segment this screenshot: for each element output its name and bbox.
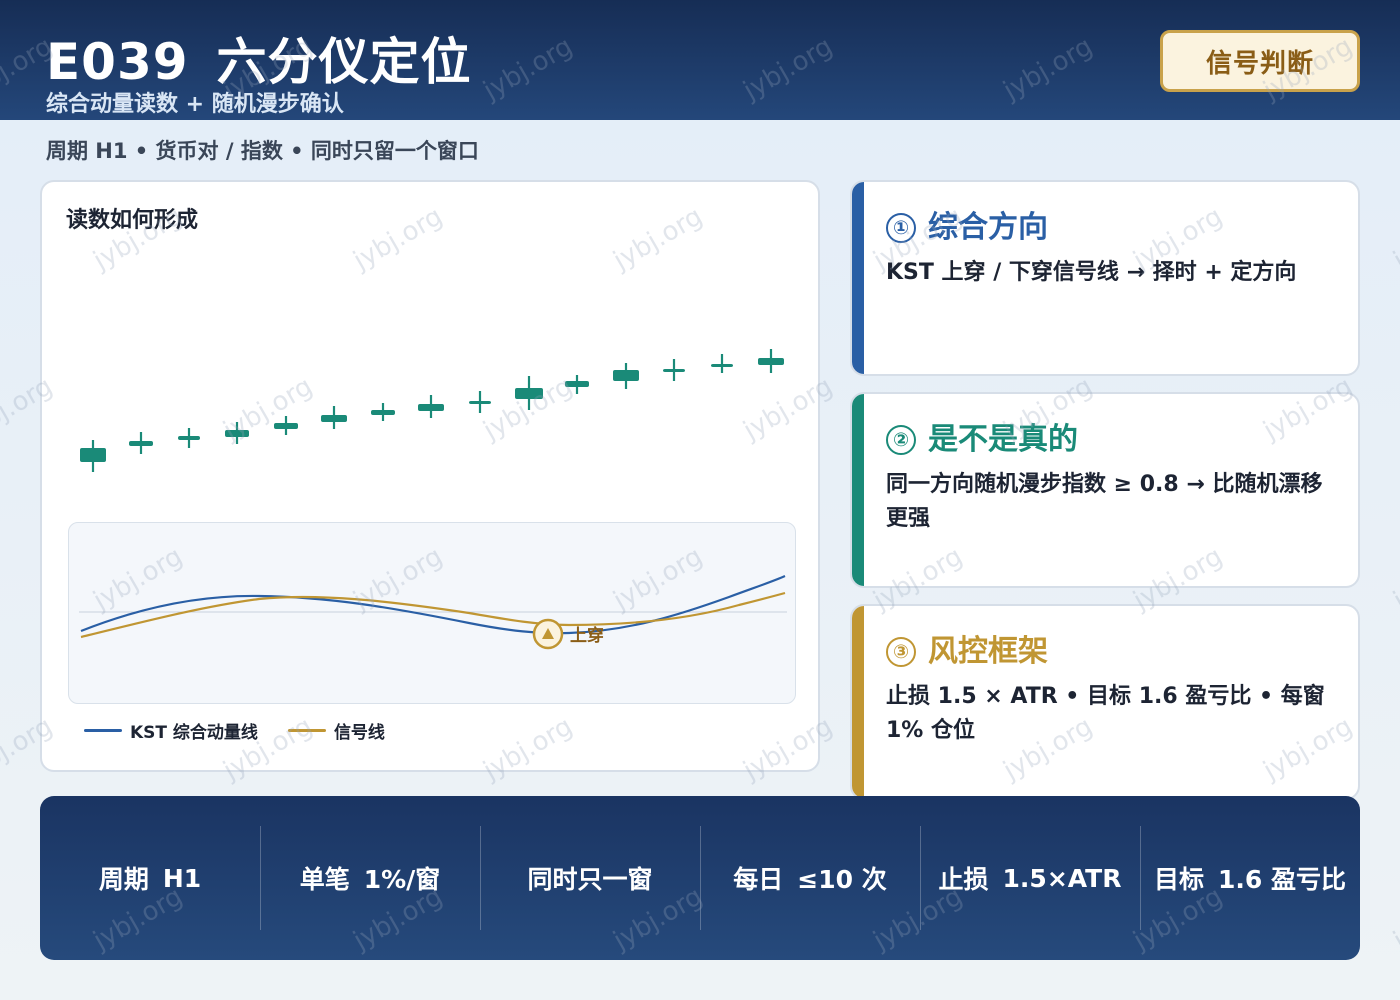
candle-body	[321, 415, 347, 422]
candle-body	[711, 364, 733, 367]
candle-body	[613, 370, 639, 381]
number-three-icon: ③	[886, 637, 916, 667]
page-code: E039	[46, 33, 189, 91]
candle-body	[80, 448, 106, 462]
candle-body	[418, 404, 444, 411]
stat-label: 目标	[1153, 865, 1204, 894]
stat-position: 单笔 1%/窗	[260, 796, 480, 960]
page-title: E039 六分仪定位	[46, 32, 472, 92]
card-risk: ③ 风控框架 止损 1.5 × ATR • 目标 1.6 盈亏比 • 每窗 1%…	[850, 604, 1360, 800]
card-accent	[852, 606, 864, 798]
indicator-chart: 上穿	[79, 574, 787, 650]
stats-bar: 周期 H1 单笔 1%/窗 同时只一窗 每日 ≤10 次 止损 1.5×ATR 目标 1.…	[40, 796, 1360, 960]
card-accent	[852, 394, 864, 586]
candle-body	[469, 401, 491, 404]
candle-body	[225, 430, 249, 437]
signal-badge: 信号判断	[1160, 30, 1360, 92]
stat-value: 1%/窗	[363, 865, 441, 894]
cross-label: 上穿	[570, 625, 604, 646]
candle-body	[274, 423, 298, 429]
kst-line	[80, 574, 786, 635]
candlestick-chart	[80, 349, 784, 472]
legend-item-signal: 信号线	[287, 718, 385, 743]
card-accent	[852, 182, 864, 374]
card-title-text: 风控框架	[928, 634, 1048, 669]
card-title-text: 综合方向	[928, 210, 1048, 245]
page-title-text: 六分仪定位	[216, 33, 472, 91]
chart-legend: KST 综合动量线 信号线	[84, 718, 415, 743]
legend-item-kst: KST 综合动量线	[84, 718, 258, 743]
stat-value: H1	[162, 863, 202, 893]
card-title: ② 是不是真的	[886, 420, 1078, 460]
card-direction: ① 综合方向 KST 上穿 / 下穿信号线 → 择时 + 定方向	[850, 180, 1360, 376]
stat-value: ≤10 次	[797, 865, 887, 894]
card-title: ③ 风控框架	[886, 632, 1048, 672]
legend-label-signal: 信号线	[333, 723, 385, 743]
card-title-text: 是不是真的	[928, 422, 1078, 457]
stat-value: 1.6 盈亏比	[1218, 865, 1346, 894]
card-validity: ② 是不是真的 同一方向随机漫步指数 ≥ 0.8 → 比随机漂移更强	[850, 392, 1360, 588]
card-body: KST 上穿 / 下穿信号线 → 择时 + 定方向	[886, 260, 1297, 285]
indicator-pane: 上穿	[68, 522, 796, 704]
legend-swatch-signal	[287, 729, 326, 732]
candle-body	[758, 358, 784, 365]
stat-target: 目标 1.6 盈亏比	[1140, 796, 1360, 960]
candle-body	[663, 369, 685, 372]
stat-period: 周期 H1	[40, 796, 260, 960]
candle-body	[129, 441, 153, 446]
stat-label: 周期	[98, 865, 149, 894]
stat-label: 止损	[938, 865, 989, 894]
card-body: 同一方向随机漫步指数 ≥ 0.8 → 比随机漂移更强	[886, 472, 1323, 531]
stat-label: 每日	[733, 865, 784, 894]
stat-value: 1.5×ATR	[1002, 863, 1122, 893]
stat-label: 单笔	[299, 865, 350, 894]
candle-body	[178, 436, 200, 440]
stat-value: 同时只一窗	[527, 865, 653, 894]
number-one-icon: ①	[886, 213, 916, 243]
card-title: ① 综合方向	[886, 208, 1048, 248]
page-subtitle: 综合动量读数 + 随机漫步确认	[46, 92, 344, 117]
stat-window: 同时只一窗	[480, 796, 700, 960]
chart-panel: 读数如何形成 上穿 KST 综合动量线 信号线	[40, 180, 820, 772]
card-body: 止损 1.5 × ATR • 目标 1.6 盈亏比 • 每窗 1% 仓位	[886, 684, 1325, 743]
number-two-icon: ②	[886, 425, 916, 455]
candle-body	[371, 410, 395, 415]
candle-body	[565, 381, 589, 387]
legend-swatch-kst	[84, 729, 122, 732]
meta-line: 周期 H1 • 货币对 / 指数 • 同时只留一个窗口	[46, 139, 479, 163]
watermark-text: jybj.org	[1388, 201, 1400, 276]
candle-body	[515, 388, 543, 399]
stat-daily: 每日 ≤10 次	[700, 796, 920, 960]
watermark-text: jybj.org	[1388, 541, 1400, 616]
stat-stop: 止损 1.5×ATR	[920, 796, 1140, 960]
watermark-text: jybj.org	[1388, 881, 1400, 956]
legend-label-kst: KST 综合动量线	[130, 723, 258, 743]
